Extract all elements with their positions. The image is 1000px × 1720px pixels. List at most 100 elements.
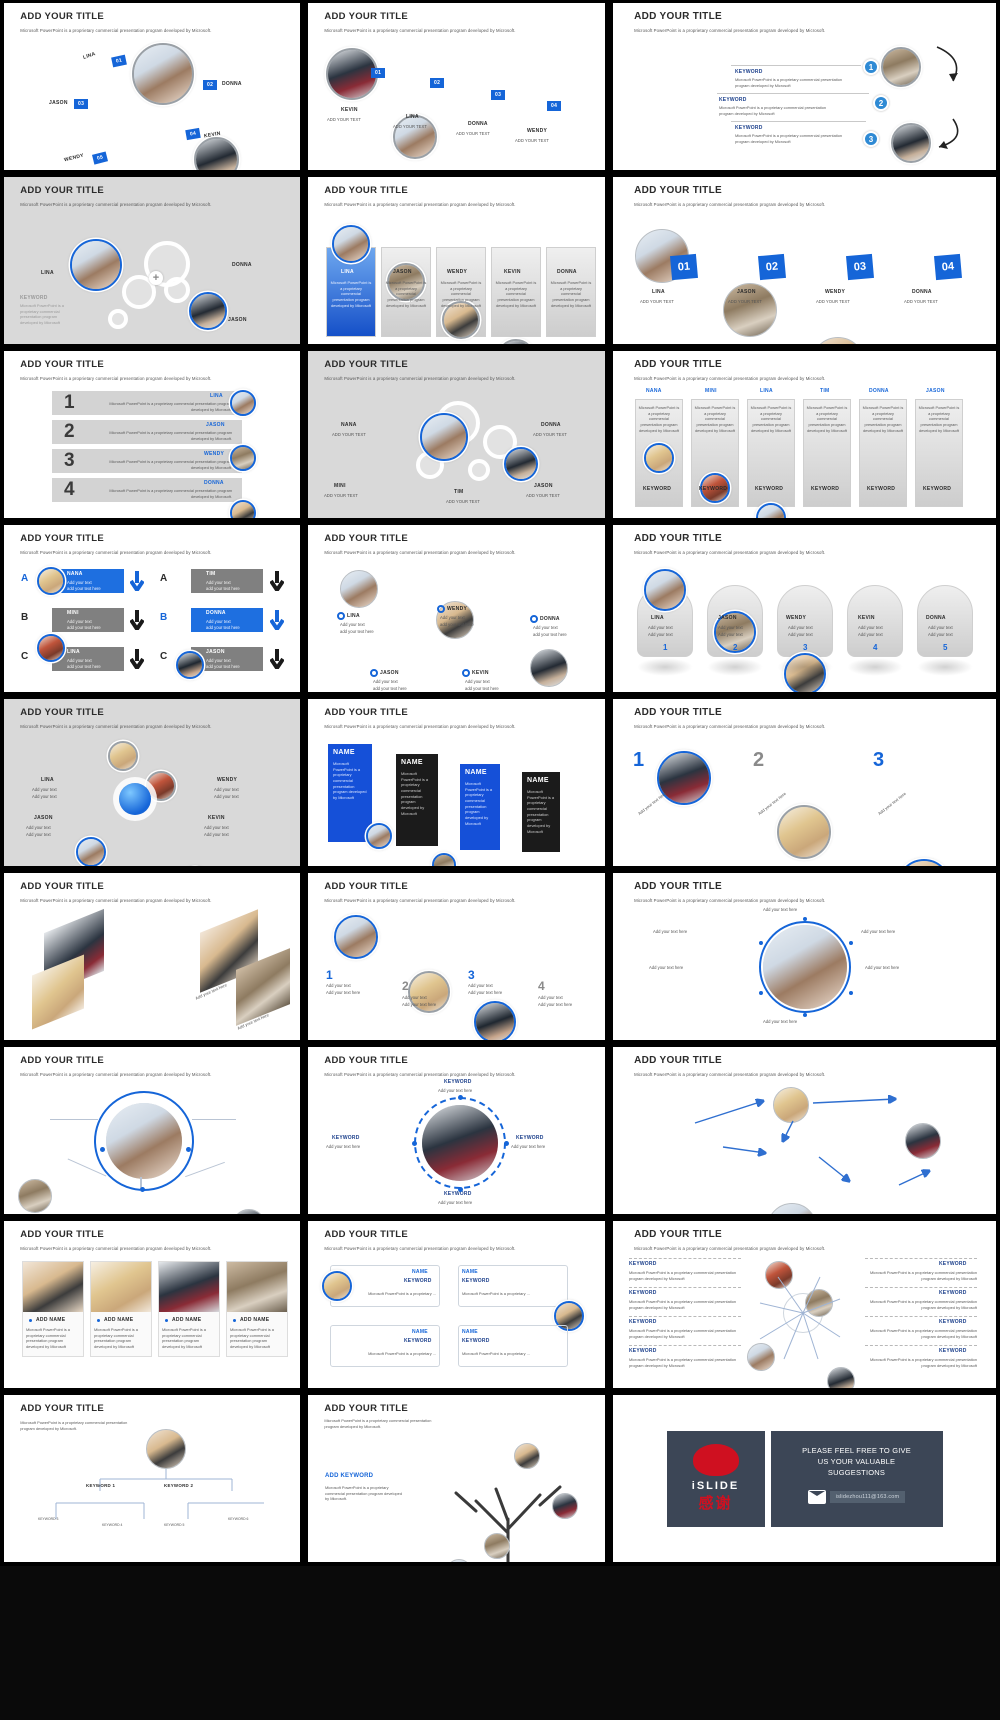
arrow-down-icon: [270, 571, 284, 591]
slide-thumbnail-13[interactable]: ADD YOUR TITLE Microsoft PowerPoint is a…: [609, 522, 1000, 696]
person-text-line1: Add your text: [465, 679, 490, 684]
person-name: LINA: [82, 51, 97, 61]
suggestion-line-2: US YOUR VALUABLE: [817, 1456, 896, 1466]
slide-title: ADD YOUR TITLE: [20, 707, 104, 719]
slide-thumbnail-15[interactable]: ADD YOUR TITLE Microsoft PowerPoint is a…: [304, 696, 609, 870]
keyword-label: KEYWORD: [462, 1338, 490, 1344]
slide-thumbnail-23[interactable]: ADD YOUR TITLE Microsoft PowerPoint is a…: [0, 1218, 304, 1392]
photo-wendy: [515, 1444, 539, 1468]
email-address[interactable]: islidezhou111@163.com: [829, 1491, 906, 1504]
panel-text: Microsoft PowerPoint is a proprietary co…: [401, 771, 429, 816]
avatar: [106, 1103, 182, 1179]
slide-subtitle: Microsoft PowerPoint is a proprietary co…: [634, 376, 826, 382]
person-name: LINA: [341, 269, 354, 275]
person-text-line1: Add your text: [204, 825, 229, 830]
step-text: Add your text here: [876, 791, 907, 817]
slide-thumbnail-20[interactable]: ADD YOUR TITLE Microsoft PowerPoint is a…: [0, 1044, 304, 1218]
slide-thumbnail-28[interactable]: iSLIDE 感谢 PLEASE FEEL FREE TO GIVE US YO…: [609, 1392, 1000, 1566]
number-badge: 01: [111, 54, 128, 68]
card-text: Microsoft PowerPoint is a proprietary co…: [230, 1327, 274, 1349]
person-text-line1: Add your text: [648, 625, 673, 630]
email-row[interactable]: islidezhou111@163.com: [807, 1490, 906, 1505]
person-text: ADD YOUR TEXT: [332, 432, 366, 437]
plus-node-icon[interactable]: [370, 669, 378, 677]
row-letter: A: [160, 573, 168, 584]
pin-number: 1: [326, 968, 333, 982]
keyword-label: KEYWORD: [404, 1278, 432, 1284]
slide-subtitle: Microsoft PowerPoint is a proprietary co…: [324, 724, 516, 730]
slide-thumbnail-9[interactable]: ADD YOUR TITLE Microsoft PowerPoint is a…: [609, 348, 1000, 522]
reflection: [637, 658, 693, 676]
person-text: ADD YOUR TEXT: [515, 138, 549, 143]
slide-subtitle: Microsoft PowerPoint is a proprietary co…: [324, 550, 516, 556]
keyword-label: KEYWORD: [629, 1348, 657, 1354]
person-name: DONNA: [557, 269, 577, 275]
column-text: Microsoft PowerPoint is a proprietary co…: [694, 405, 736, 433]
plus-node-icon[interactable]: [462, 669, 470, 677]
slide-thumbnail-12[interactable]: ADD YOUR TITLE Microsoft PowerPoint is a…: [304, 522, 609, 696]
person-text-line2: add your text here: [465, 686, 499, 691]
slide-thumbnail-19[interactable]: ADD YOUR TITLE Microsoft PowerPoint is a…: [609, 870, 1000, 1044]
slide-thumbnail-1[interactable]: ADD YOUR TITLE Microsoft PowerPoint is a…: [0, 0, 304, 174]
card-name: ADD NAME: [36, 1317, 66, 1323]
card-photo: [159, 1262, 219, 1312]
avatar: [334, 915, 378, 959]
panel-name: NAME: [465, 769, 487, 776]
photo-mini: [39, 636, 63, 660]
slide-thumbnail-4[interactable]: ADD YOUR TITLE Microsoft PowerPoint is a…: [0, 174, 304, 348]
card-name: NAME: [412, 1329, 428, 1335]
slide-thumbnail-21[interactable]: ADD YOUR TITLE Microsoft PowerPoint is a…: [304, 1044, 609, 1218]
slide-thumbnail-18[interactable]: ADD YOUR TITLE Microsoft PowerPoint is a…: [304, 870, 609, 1044]
card-photo: [227, 1262, 287, 1312]
slide-thumbnail-8[interactable]: ADD YOUR TITLE Microsoft PowerPoint is a…: [304, 348, 609, 522]
card-name: ADD NAME: [104, 1317, 134, 1323]
avatar: [76, 837, 106, 866]
slide-thumbnail-16[interactable]: ADD YOUR TITLE Microsoft PowerPoint is a…: [609, 696, 1000, 870]
person-text: ADD YOUR TEXT: [393, 124, 427, 129]
slide-thumbnail-10[interactable]: ADD YOUR TITLE Microsoft PowerPoint is a…: [0, 522, 304, 696]
card-name: ADD NAME: [240, 1317, 270, 1323]
row-text: Microsoft PowerPoint is a proprietary co…: [109, 488, 232, 499]
slide-thumbnail-6[interactable]: ADD YOUR TITLE Microsoft PowerPoint is a…: [609, 174, 1000, 348]
hub-spokes: [759, 1276, 841, 1360]
slide-thumbnail-24[interactable]: ADD YOUR TITLE Microsoft PowerPoint is a…: [304, 1218, 609, 1392]
plus-node-icon[interactable]: [337, 612, 345, 620]
slide-thumbnail-3[interactable]: ADD YOUR TITLE Microsoft PowerPoint is a…: [609, 0, 1000, 174]
avatar: [552, 1493, 578, 1519]
slide-thumbnail-22[interactable]: ADD YOUR TITLE Microsoft PowerPoint is a…: [609, 1044, 1000, 1218]
slide-thumbnail-17[interactable]: ADD YOUR TITLE Microsoft PowerPoint is a…: [0, 870, 304, 1044]
pin-text-line2: Add your text here: [468, 990, 503, 995]
keyword-label: KEYWORD: [332, 1135, 360, 1141]
slide-thumbnail-14[interactable]: ADD YOUR TITLE Microsoft PowerPoint is a…: [0, 696, 304, 870]
keyword-label: KEYWORD: [20, 295, 48, 301]
divider: [731, 65, 861, 66]
photo-group: [763, 925, 847, 1009]
curved-arrow-icon: [936, 46, 959, 149]
plus-node-icon[interactable]: [437, 605, 445, 613]
person-text-line1: Add your text: [67, 580, 92, 585]
row-letter: A: [21, 573, 29, 584]
slide-thumbnail-26[interactable]: ADD YOUR TITLE Microsoft PowerPoint is a…: [0, 1392, 304, 1566]
person-name: WENDY: [447, 606, 468, 612]
slide-subtitle: Microsoft PowerPoint is a proprietary co…: [324, 28, 516, 34]
person-text-line1: Add your text: [788, 625, 813, 630]
avatar: [132, 43, 194, 105]
slide-thumbnail-27[interactable]: ADD YOUR TITLE Microsoft PowerPoint is a…: [304, 1392, 609, 1566]
panel-name: NAME: [333, 749, 355, 756]
plus-icon[interactable]: +: [149, 271, 163, 285]
slide-title: ADD YOUR TITLE: [20, 185, 104, 197]
column-text: Microsoft PowerPoint is a proprietary co…: [638, 405, 680, 433]
slide-thumbnail-2[interactable]: ADD YOUR TITLE Microsoft PowerPoint is a…: [304, 0, 609, 174]
reflection: [917, 658, 973, 676]
slide-thumbnail-5[interactable]: ADD YOUR TITLE Microsoft PowerPoint is a…: [304, 174, 609, 348]
slide-thumbnail-7[interactable]: ADD YOUR TITLE Microsoft PowerPoint is a…: [0, 348, 304, 522]
plus-node-icon[interactable]: [530, 615, 538, 623]
person-name: JASON: [718, 615, 737, 621]
slide-thumbnail-25[interactable]: ADD YOUR TITLE Microsoft PowerPoint is a…: [609, 1218, 1000, 1392]
slide-title: ADD YOUR TITLE: [634, 11, 722, 23]
photo-lina: [78, 839, 104, 865]
keyword-text: Microsoft PowerPoint is a proprietary co…: [629, 1328, 737, 1339]
person-text-line2: add your text here: [67, 625, 101, 630]
node-dot: [100, 1147, 105, 1152]
keyword-label: KEYWORD: [867, 486, 896, 492]
